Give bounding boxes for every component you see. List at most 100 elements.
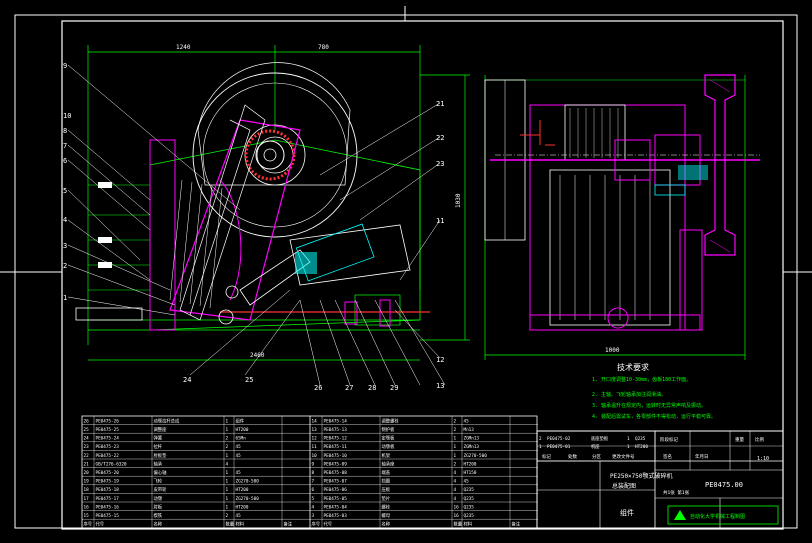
parts-header-cell: 代号: [96, 521, 105, 528]
parts-header-cell: 材料: [464, 521, 473, 528]
parts-cell: 24: [84, 436, 90, 442]
parts-cell: 轴承: [154, 460, 163, 467]
title-block-header: 分区: [592, 453, 601, 460]
drawing-sheet-name: 总装配图: [612, 482, 636, 490]
company-name: 自动化大学机械工程制图: [690, 513, 745, 520]
callout-label: 4: [63, 216, 67, 224]
parts-cell: HT200: [236, 427, 249, 433]
small-parts-cell: PE0475-02: [547, 436, 571, 442]
parts-header-cell: 材料: [236, 521, 245, 528]
parts-cell: 18: [84, 487, 90, 493]
parts-cell: 组件: [236, 417, 245, 424]
parts-cell: 螺栓: [382, 503, 391, 510]
parts-cell: 1: [226, 470, 229, 476]
cad-drawing-canvas: 1240 780 2460 1030 1 2 3 4 5 6 7 8 9 10 …: [0, 6, 812, 530]
callout-label: 28: [368, 384, 376, 392]
parts-cell: 调整螺栓: [382, 417, 400, 424]
parts-cell: 动颚拉杆总成: [154, 417, 180, 424]
stage-label: 阶段标记: [660, 436, 678, 443]
parts-cell: 拉杆: [154, 443, 163, 450]
callout-label: 11: [436, 217, 444, 225]
company-logo-icon: [674, 510, 686, 520]
parts-cell: PE0475-19: [96, 479, 120, 485]
parts-header-cell: 序号: [312, 521, 321, 528]
stage-label: 重量: [735, 436, 744, 443]
callout-label: 2: [63, 262, 67, 270]
callout-label: 6: [63, 157, 67, 165]
callout-label: 8: [63, 127, 67, 135]
parts-cell: 45: [464, 479, 470, 485]
parts-cell: 11: [312, 444, 318, 450]
parts-cell: 17: [84, 496, 90, 502]
parts-cell: PE0475-22: [96, 453, 120, 459]
parts-cell: 1: [454, 453, 457, 459]
parts-cell: 45: [464, 418, 470, 424]
parts-cell: HT200: [236, 504, 249, 510]
drawing-frame: [61, 20, 784, 530]
parts-cell: 皮带轮: [154, 486, 168, 493]
parts-cell: 2: [226, 513, 229, 519]
parts-cell: 13: [312, 427, 318, 433]
parts-cell: ZGMn13: [464, 436, 480, 442]
parts-cell: Q235: [464, 513, 475, 519]
parts-cell: 1: [226, 418, 229, 424]
parts-header-cell: 数量: [454, 521, 463, 528]
parts-cell: 轴承座: [382, 460, 396, 467]
parts-cell: 挡圈: [382, 478, 391, 485]
parts-cell: PE0475-13: [324, 427, 348, 433]
parts-cell: 20: [84, 470, 90, 476]
parts-cell: 2: [454, 461, 457, 467]
callout-label: 21: [436, 100, 444, 108]
callout-label: 24: [183, 376, 191, 384]
parts-cell: Q235: [464, 496, 475, 502]
parts-cell: 22: [84, 453, 90, 459]
parts-cell: PE0475-12: [324, 436, 348, 442]
parts-header-cell: 代号: [324, 521, 333, 528]
parts-cell: 定颚板: [382, 435, 396, 442]
parts-cell: PE0475-10: [324, 453, 348, 459]
callouts-bottom: 24 25 26 27 28 29: [183, 376, 398, 392]
parts-cell: 偏心轴: [154, 469, 167, 476]
callout-label: 13: [436, 382, 444, 390]
parts-header-cell: 数量: [226, 521, 235, 528]
callout-label: 25: [245, 376, 253, 384]
parts-cell: 7: [312, 479, 315, 485]
parts-cell: 4: [454, 487, 457, 493]
parts-cell: 3: [312, 513, 315, 519]
front-view: 1000: [484, 74, 760, 360]
parts-cell: PE0475-04: [324, 504, 348, 510]
parts-cell: 25: [84, 427, 90, 433]
parts-cell: 飞轮: [154, 478, 163, 485]
tech-req-item: 1. 开口度调整10-30mm，齿板180工作面。: [592, 376, 691, 383]
callout-label: 1: [63, 294, 67, 302]
parts-cell: 14: [312, 418, 318, 424]
parts-cell: 肘板: [154, 503, 163, 510]
callout-label: 9: [63, 62, 67, 70]
callout-label: 12: [436, 356, 444, 364]
parts-cell: ZG270-500: [464, 453, 488, 459]
parts-cell: 15: [84, 513, 90, 519]
title-block-header: 年月日: [695, 453, 709, 460]
parts-cell: Mn13: [464, 427, 475, 433]
parts-cell: PE0475-23: [96, 444, 120, 450]
small-parts-cell: 2: [539, 436, 542, 442]
parts-cell: 2: [226, 444, 229, 450]
parts-cell: HT200: [464, 461, 477, 467]
tech-req-heading: 技术要求: [617, 362, 649, 372]
callouts-right-of-left-view: 11 12 13 21 22 23: [436, 100, 444, 390]
parts-cell: HT150: [464, 470, 477, 476]
parts-cell: Q235: [464, 487, 475, 493]
parts-cell: 9: [312, 461, 315, 467]
parts-cell: PE0475-16: [96, 504, 120, 510]
small-parts-cell: 底座垫板: [591, 435, 609, 442]
parts-cell: 4: [226, 461, 229, 467]
callout-label: 3: [63, 242, 67, 250]
stage-label: 比例: [755, 436, 764, 443]
parts-cell: PE0475-14: [324, 418, 348, 424]
callout-label: 26: [314, 384, 322, 392]
parts-cell: PE0475-03: [324, 513, 348, 519]
parts-cell: 1: [454, 444, 457, 450]
callout-label: 7: [63, 142, 67, 150]
side-section-view: 1240 780 2460 1030: [67, 44, 470, 386]
parts-cell: 19: [84, 479, 90, 485]
